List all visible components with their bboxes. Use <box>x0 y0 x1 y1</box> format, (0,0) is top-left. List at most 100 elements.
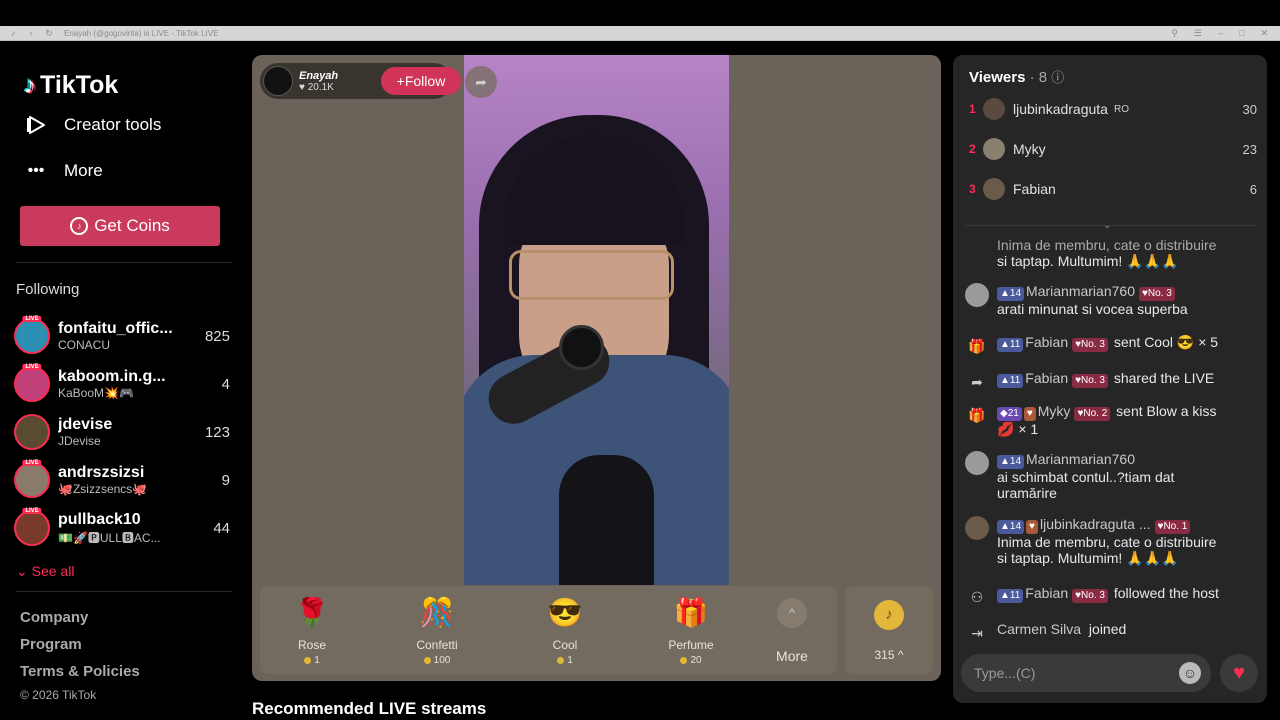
live-player[interactable]: Enayah ♥ 20.1K +Follow ➦ 🌹 Rose 1 🎊 Conf… <box>252 55 941 681</box>
confetti-icon: 🎊 <box>419 597 455 628</box>
gift-icon: 🎁 <box>968 406 986 423</box>
maximize-icon[interactable]: □ <box>1239 28 1244 39</box>
follow-user-icon: ⚇ <box>970 588 984 605</box>
heart-like-icon[interactable]: ♥ <box>1220 654 1258 692</box>
level-badge: ▲14 <box>997 287 1025 301</box>
gift-rose[interactable]: 🌹 Rose 1 <box>267 594 357 666</box>
chat-message: Inima de membru, cate o distribuire si t… <box>997 237 1217 269</box>
following-item[interactable]: LIVE pullback10 💵🚀🅿ULL🅱AC... 44 <box>14 508 230 548</box>
nav-creator-tools[interactable]: Creator tools <box>24 113 161 137</box>
minimize-icon[interactable]: – <box>1218 28 1223 39</box>
rank-badge: ♥No. 3 <box>1072 589 1108 603</box>
following-item[interactable]: LIVE fonfaitu_offic... CONACU 825 <box>14 316 230 356</box>
more-gifts-button[interactable]: ^ More <box>767 594 817 664</box>
level-badge: ◆21 <box>997 407 1022 421</box>
footer-terms[interactable]: Terms & Policies <box>20 663 140 680</box>
rank-badge: ♥No. 1 <box>1154 520 1191 534</box>
reload-icon[interactable]: ↻ <box>44 28 54 38</box>
chevron-down-icon: ⌄ <box>16 563 32 579</box>
join-icon: ⇥ <box>971 624 983 641</box>
tiktok-coin-icon: ♪ <box>874 600 904 630</box>
avatar: LIVE <box>14 316 50 354</box>
browser-bar: ♪ ‹ ↻ Enayah (@gogovirita) is LIVE - Tik… <box>0 26 1280 41</box>
sidebar: ♪ TikTok Creator tools ••• More ♪ Get Co… <box>0 41 244 720</box>
heart-icon: ♥ <box>299 81 308 93</box>
cool-icon: 😎 <box>547 597 583 628</box>
window-titlebar <box>0 0 1280 26</box>
viewer-row[interactable]: 1 ljubinkadraguta RO 30 <box>969 94 1257 124</box>
avatar[interactable] <box>965 451 989 475</box>
level-badge: ▲14 <box>997 520 1025 534</box>
viewers-chat-panel: Viewers · 8 ⓘ 1 ljubinkadraguta RO 30 2 … <box>953 55 1267 703</box>
chat-message: ▲14 ♥ ljubinkadraguta ... ♥No. 1 Inima de m… <box>965 516 1255 567</box>
avatar <box>983 138 1005 160</box>
coin-icon <box>680 657 688 664</box>
share-icon: ➦ <box>971 373 983 390</box>
viewer-row[interactable]: 2 Myky 23 <box>969 134 1257 164</box>
chat-gift-event: 🎁 ▲11 Fabian ♥No. 3 sent Cool 😎 × 5 <box>965 334 1255 358</box>
url-text[interactable]: Enayah (@gogovirita) is LIVE - TikTok LI… <box>64 29 218 38</box>
rose-icon: 🌹 <box>294 597 330 628</box>
level-badge: ▲11 <box>997 374 1024 388</box>
avatar[interactable] <box>965 283 989 307</box>
chat-share-event: ➦ ▲11 Fabian ♥No. 3 shared the LIVE <box>965 370 1255 394</box>
footer-company[interactable]: Company <box>20 609 88 626</box>
tiktok-favicon-icon: ♪ <box>10 28 16 38</box>
creator-tools-icon <box>24 113 48 137</box>
emoji-icon[interactable]: ☺ <box>1179 662 1201 684</box>
level-badge: ▲11 <box>997 338 1024 352</box>
menu-icon[interactable]: ☰ <box>1194 28 1202 39</box>
chat-join-event: ⇥ Carmen Silva joined <box>965 621 1255 645</box>
extensions-icon[interactable]: ⚲ <box>1171 28 1178 39</box>
divider <box>16 591 232 592</box>
avatar <box>983 98 1005 120</box>
close-icon[interactable]: ✕ <box>1260 28 1268 39</box>
avatar <box>983 178 1005 200</box>
gift-cool[interactable]: 😎 Cool 1 <box>520 594 610 666</box>
coin-balance-button[interactable]: ♪ 315 ^ <box>845 586 933 674</box>
help-icon[interactable]: ⓘ <box>1051 70 1064 85</box>
host-likes: 20.1K <box>307 81 334 93</box>
gift-confetti[interactable]: 🎊 Confetti 100 <box>392 594 482 666</box>
chevron-up-icon: ^ <box>894 648 904 662</box>
copyright: © 2026 TikTok <box>20 688 97 702</box>
gift-perfume[interactable]: 🎁 Perfume 20 <box>646 594 736 666</box>
following-item[interactable]: LIVE kaboom.in.g... KaBooM💥🎮 4 <box>14 364 230 404</box>
coin-icon <box>423 657 431 664</box>
footer-program[interactable]: Program <box>20 636 82 653</box>
expand-chevron-icon[interactable]: ⌄ <box>1103 220 1111 231</box>
gift-icon: 🎁 <box>968 337 986 354</box>
nav-more[interactable]: ••• More <box>24 159 103 183</box>
avatar <box>14 414 50 450</box>
chat-input[interactable] <box>961 654 1211 692</box>
more-dots-icon: ••• <box>27 162 45 179</box>
chat-message: ▲14 Marianmarian760 ♥No. 3 arati minunat s… <box>965 283 1255 317</box>
see-all-link[interactable]: ⌄ See all <box>16 563 74 580</box>
tiktok-note-icon: ♪ <box>24 71 36 99</box>
coin-icon <box>557 657 565 664</box>
viewer-row[interactable]: 3 Fabian 6 <box>969 174 1257 204</box>
back-icon[interactable]: ‹ <box>26 28 36 38</box>
live-video[interactable] <box>464 55 729 585</box>
gift-bar: 🌹 Rose 1 🎊 Confetti 100 😎 Cool 1 🎁 Perfu… <box>260 586 837 674</box>
follow-button[interactable]: +Follow <box>381 67 461 95</box>
tiktok-logo[interactable]: ♪ TikTok <box>24 71 118 100</box>
avatar: LIVE <box>14 508 50 546</box>
chat-message: ▲14 Marianmarian760 ai schimbat contul..?… <box>965 451 1255 501</box>
host-avatar[interactable] <box>263 66 293 96</box>
rank-badge: ♥No. 3 <box>1072 374 1108 388</box>
following-item[interactable]: jdevise JDevise 123 <box>14 412 230 452</box>
chat-gift-event: 🎁 ◆21 ♥ Myky ♥No. 2 sent Blow a kiss 💋 × 1 <box>965 403 1255 438</box>
following-item[interactable]: LIVE andrszsizsi 🐙Zsizzsencs🐙 9 <box>14 460 230 500</box>
chevron-up-icon: ^ <box>777 598 807 628</box>
rank-badge: ♥No. 3 <box>1072 338 1108 352</box>
rank-badge: ♥No. 3 <box>1138 287 1175 301</box>
host-info[interactable]: Enayah ♥ 20.1K +Follow <box>260 63 461 99</box>
avatar[interactable] <box>965 516 989 540</box>
coin-icon: ♪ <box>70 217 89 235</box>
host-name: Enayah <box>299 69 339 82</box>
avatar: LIVE <box>14 460 50 498</box>
viewers-header: Viewers · 8 ⓘ <box>969 69 1065 86</box>
share-icon[interactable]: ➦ <box>465 66 497 98</box>
get-coins-button[interactable]: ♪ Get Coins <box>20 206 220 246</box>
